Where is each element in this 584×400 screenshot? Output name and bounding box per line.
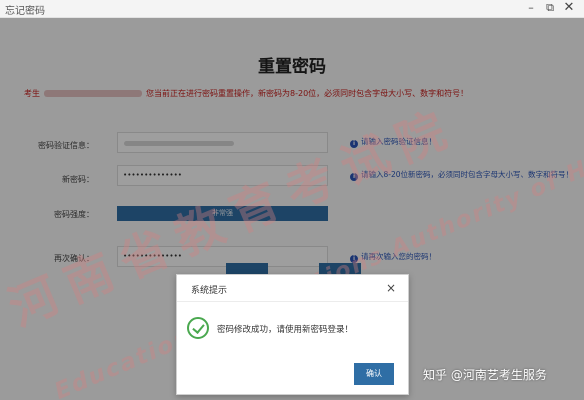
dialog-title: 系统提示	[191, 286, 228, 296]
confirm-button[interactable]: 确认	[354, 363, 394, 385]
close-icon[interactable]: ×	[384, 281, 398, 295]
source-attribution: 知乎 @河南艺考生服务	[423, 368, 547, 382]
dialog-header: 系统提示 ×	[177, 275, 408, 302]
window-titlebar: 忘记密码 – ⧉ ✕	[0, 0, 584, 18]
window-title: 忘记密码	[5, 6, 45, 17]
system-prompt-dialog: 系统提示 × 密码修改成功，请使用新密码登录！ 确认	[176, 274, 409, 395]
minimize-icon[interactable]: –	[524, 1, 538, 15]
window-close-icon[interactable]: ✕	[562, 1, 576, 15]
check-circle-icon	[187, 317, 209, 339]
dialog-message: 密码修改成功，请使用新密码登录！	[217, 325, 354, 335]
dialog-body: 密码修改成功，请使用新密码登录！	[187, 317, 402, 341]
maximize-icon[interactable]: ⧉	[543, 1, 557, 15]
